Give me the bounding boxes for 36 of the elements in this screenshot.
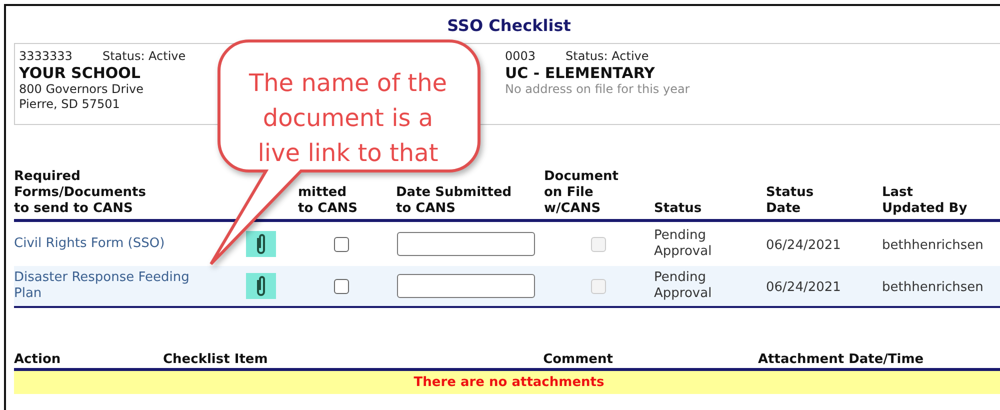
column-header: Action: [14, 352, 61, 367]
column-header: Last Updated By: [882, 185, 968, 217]
document-link[interactable]: Civil Rights Form (SSO): [14, 236, 216, 252]
entity-code: 0003: [505, 49, 536, 64]
paperclip-icon[interactable]: [246, 273, 276, 299]
address-note: No address on file for this year: [505, 82, 690, 97]
column-header: Attachment Date/Time: [758, 352, 924, 367]
entity-status: Status: Active: [102, 49, 186, 64]
status-text: Pending Approval: [654, 228, 713, 260]
status-date: 06/24/2021: [766, 280, 841, 295]
empty-message: There are no attachments: [14, 371, 1000, 394]
column-header: Status Date: [766, 185, 815, 217]
status-text: Pending Approval: [654, 270, 713, 302]
column-header: Comment: [543, 352, 613, 367]
date-input[interactable]: [397, 274, 535, 298]
callout-text: The name of the document is a live link to that: [248, 68, 448, 169]
column-header: Date Submitted to CANS: [396, 185, 513, 217]
date-input[interactable]: [397, 232, 535, 256]
column-header: mitted to CANS: [298, 185, 359, 217]
page-title: SSO Checklist: [446, 15, 572, 37]
checkbox[interactable]: [334, 236, 348, 252]
updated-by: bethhenrichsen: [882, 280, 984, 295]
column-header: Checklist Item: [163, 352, 268, 367]
document-link[interactable]: Disaster Response Feeding Plan: [14, 270, 216, 302]
status-date: 06/24/2021: [766, 238, 841, 253]
checkbox[interactable]: [334, 278, 348, 294]
updated-by: bethhenrichsen: [882, 238, 984, 253]
address-line: Pierre, SD 57501: [19, 97, 120, 112]
entity-code: 3333333: [19, 49, 72, 64]
entity-name: UC - ELEMENTARY: [505, 64, 656, 82]
paperclip-icon[interactable]: [246, 231, 276, 257]
address-line: 800 Governors Drive: [19, 82, 144, 97]
entity-status: Status: Active: [566, 49, 649, 64]
column-header: Required Forms/Documents to send to CANS: [14, 169, 147, 217]
column-header: Status: [654, 201, 703, 217]
column-header: Document on File w/CANS: [544, 169, 620, 217]
